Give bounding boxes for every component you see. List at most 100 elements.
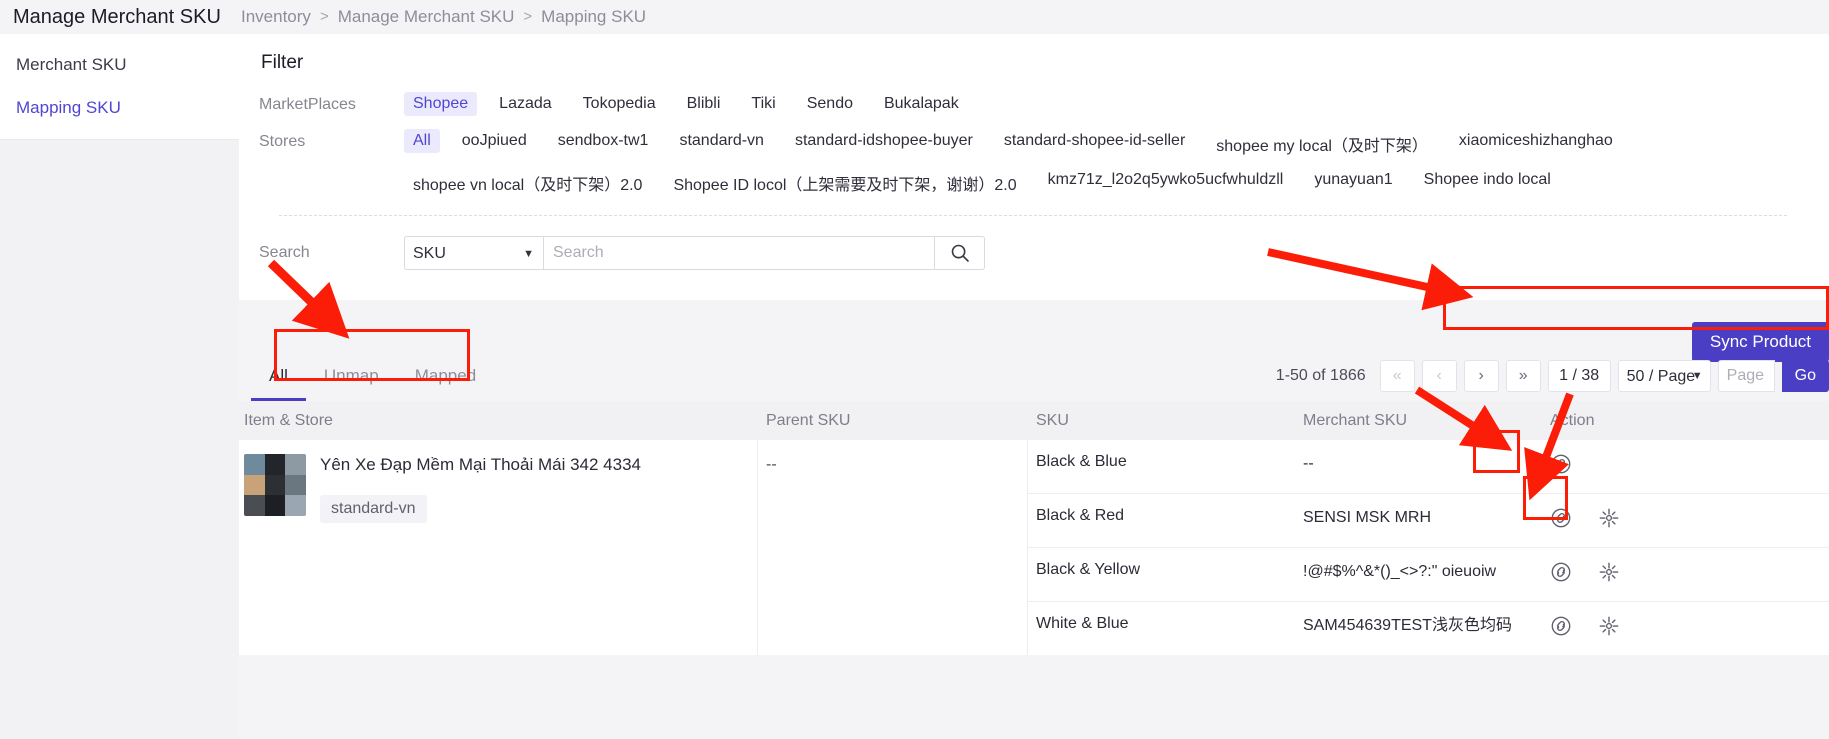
link-icon[interactable] [1550,561,1572,588]
store-chip-all[interactable]: All [404,129,440,153]
store-chip-shopee-id-locol-2[interactable]: Shopee ID locol（上架需要及时下架，谢谢）2.0 [664,168,1025,198]
table-row: Yên Xe Đạp Mềm Mại Thoải Mái 342 4334 st… [239,440,1829,655]
variant-actions [1542,507,1829,534]
variant-rows: Black & Blue -- Black & Red SENSI MSK MR… [1028,440,1829,655]
stores-options: All ooJpiued sendbox-tw1 standard-vn sta… [404,129,1807,207]
search-icon [951,244,969,262]
page-go-button[interactable]: Go [1781,360,1829,392]
page-jump-input[interactable] [1717,360,1775,392]
mapping-sku-table: Item & Store Parent SKU SKU Merchant SKU… [239,401,1829,655]
variant-merchant-sku: !@#$%^&*()_<>?:" oieuoiw [1303,563,1497,580]
marketplace-chip-tiki[interactable]: Tiki [742,92,784,116]
item-name: Yên Xe Đạp Mềm Mại Thoải Mái 342 4334 [320,455,641,474]
pagination-first-button[interactable]: « [1379,360,1415,392]
split-icon[interactable] [1598,615,1620,642]
variant-sku: Black & Red [1036,507,1125,524]
page-size-select[interactable]: 50 / Page [1617,360,1711,392]
store-chip-oojpiued[interactable]: ooJpiued [453,129,536,153]
sidebar-item-mapping-sku[interactable]: Mapping SKU [0,86,239,129]
app-root: Manage Merchant SKU Merchant SKU Mapping… [0,0,1829,739]
link-icon[interactable] [1550,453,1572,480]
search-label: Search [259,244,310,261]
breadcrumb-item-manage-merchant-sku[interactable]: Manage Merchant SKU [338,0,515,34]
store-chip-yunayuan1[interactable]: yunayuan1 [1305,168,1401,192]
variant-merchant-sku: SENSI MSK MRH [1303,509,1432,526]
store-chip-shopee-vn-local-2[interactable]: shopee vn local（及时下架）2.0 [404,168,651,198]
tabs-pager-bar: All Unmap Mapped 1-50 of 1866 « ‹ › » 1 … [239,360,1829,401]
search-button[interactable] [935,236,985,270]
column-header-merchant-sku: Merchant SKU [1303,411,1408,429]
breadcrumb-separator: > [319,8,329,25]
marketplace-chip-shopee[interactable]: Shopee [404,92,478,116]
link-icon[interactable] [1550,507,1572,534]
pagination-page-indicator: 1 / 38 [1547,360,1611,392]
breadcrumb-item-inventory[interactable]: Inventory [241,0,311,34]
filter-panel: Filter MarketPlaces Shopee Lazada Tokope… [239,34,1829,300]
pagination: 1-50 of 1866 « ‹ › » 1 / 38 50 / Page ▼ … [1276,360,1829,401]
marketplace-chip-sendo[interactable]: Sendo [798,92,862,116]
marketplaces-filter-row: MarketPlaces Shopee Lazada Tokopedia Bli… [259,92,1807,125]
search-type-select[interactable]: SKU [404,236,543,270]
stores-label: Stores [259,133,306,150]
pagination-count: 1-50 of 1866 [1275,367,1366,384]
pagination-next-button[interactable]: › [1463,360,1499,392]
sidebar-item-label: Merchant SKU [16,55,127,74]
marketplaces-label: MarketPlaces [259,96,356,113]
toolbar-zone: Sync Product All Unmap Mapped 1-50 of 18… [239,300,1829,401]
store-chip-shopee-my-local[interactable]: shopee my local（及时下架） [1207,129,1437,159]
variant-sku: Black & Blue [1036,453,1127,470]
sidebar-item-merchant-sku[interactable]: Merchant SKU [0,43,239,86]
parent-sku-cell: -- [758,440,1028,655]
column-header-parent-sku: Parent SKU [766,411,851,429]
search-input[interactable] [543,236,935,270]
variant-merchant-sku: -- [1303,455,1314,472]
column-header-sku: SKU [1036,411,1069,429]
store-chip-standard-vn[interactable]: standard-vn [670,129,773,153]
store-chip-sendbox-tw1[interactable]: sendbox-tw1 [549,129,658,153]
sync-product-button[interactable]: Sync Product [1691,322,1829,362]
column-header-item-store: Item & Store [244,411,333,429]
main-content: Inventory > Manage Merchant SKU > Mappin… [239,0,1829,739]
store-chip-shopee-indo-local[interactable]: Shopee indo local [1415,168,1560,192]
pagination-prev-button[interactable]: ‹ [1421,360,1457,392]
status-tabs: All Unmap Mapped [239,360,494,401]
breadcrumb-item-mapping-sku[interactable]: Mapping SKU [541,0,646,34]
store-chip-xiaomiceshizhanghao[interactable]: xiaomiceshizhanghao [1450,129,1622,153]
variant-actions [1542,453,1829,480]
search-row: Search SKU ▼ [259,216,1807,292]
page-size-wrapper: 50 / Page ▼ [1617,360,1711,392]
sidebar-title: Manage Merchant SKU [0,0,239,34]
variant-row: Black & Red SENSI MSK MRH [1028,494,1829,548]
product-thumbnail [244,454,306,516]
store-chip-standard-shopee-id-seller[interactable]: standard-shopee-id-seller [995,129,1194,153]
marketplace-chip-bukalapak[interactable]: Bukalapak [875,92,968,116]
variant-actions [1542,615,1829,642]
store-tag: standard-vn [320,495,427,524]
table-header-row: Item & Store Parent SKU SKU Merchant SKU… [239,401,1829,440]
column-header-action: Action [1550,411,1595,429]
marketplace-chip-lazada[interactable]: Lazada [490,92,561,116]
breadcrumb: Inventory > Manage Merchant SKU > Mappin… [239,0,1829,34]
item-store-cell: Yên Xe Đạp Mềm Mại Thoải Mái 342 4334 st… [239,440,758,655]
link-icon[interactable] [1550,615,1572,642]
variant-row: Black & Yellow !@#$%^&*()_<>?:" oieuoiw [1028,548,1829,602]
tab-unmap[interactable]: Unmap [306,360,397,401]
marketplace-chip-blibli[interactable]: Blibli [678,92,730,116]
variant-actions [1542,561,1829,588]
store-chip-kmz71z[interactable]: kmz71z_l2o2q5ywko5ucfwhuldzll [1039,168,1293,192]
sidebar-menu: Merchant SKU Mapping SKU [0,34,239,140]
sidebar: Manage Merchant SKU Merchant SKU Mapping… [0,0,239,739]
store-chip-standard-idshopee-buyer[interactable]: standard-idshopee-buyer [786,129,982,153]
tab-mapped[interactable]: Mapped [397,360,494,401]
marketplace-chip-tokopedia[interactable]: Tokopedia [574,92,665,116]
split-icon[interactable] [1598,507,1620,534]
variant-row: Black & Blue -- [1028,440,1829,494]
pagination-last-button[interactable]: » [1505,360,1541,392]
tab-all[interactable]: All [251,360,306,401]
split-icon[interactable] [1598,561,1620,588]
stores-filter-row: Stores All ooJpiued sendbox-tw1 standard… [259,129,1807,207]
sidebar-item-label: Mapping SKU [16,98,121,117]
variant-sku: White & Blue [1036,615,1129,632]
breadcrumb-separator: > [523,8,533,25]
filter-title: Filter [261,52,304,73]
